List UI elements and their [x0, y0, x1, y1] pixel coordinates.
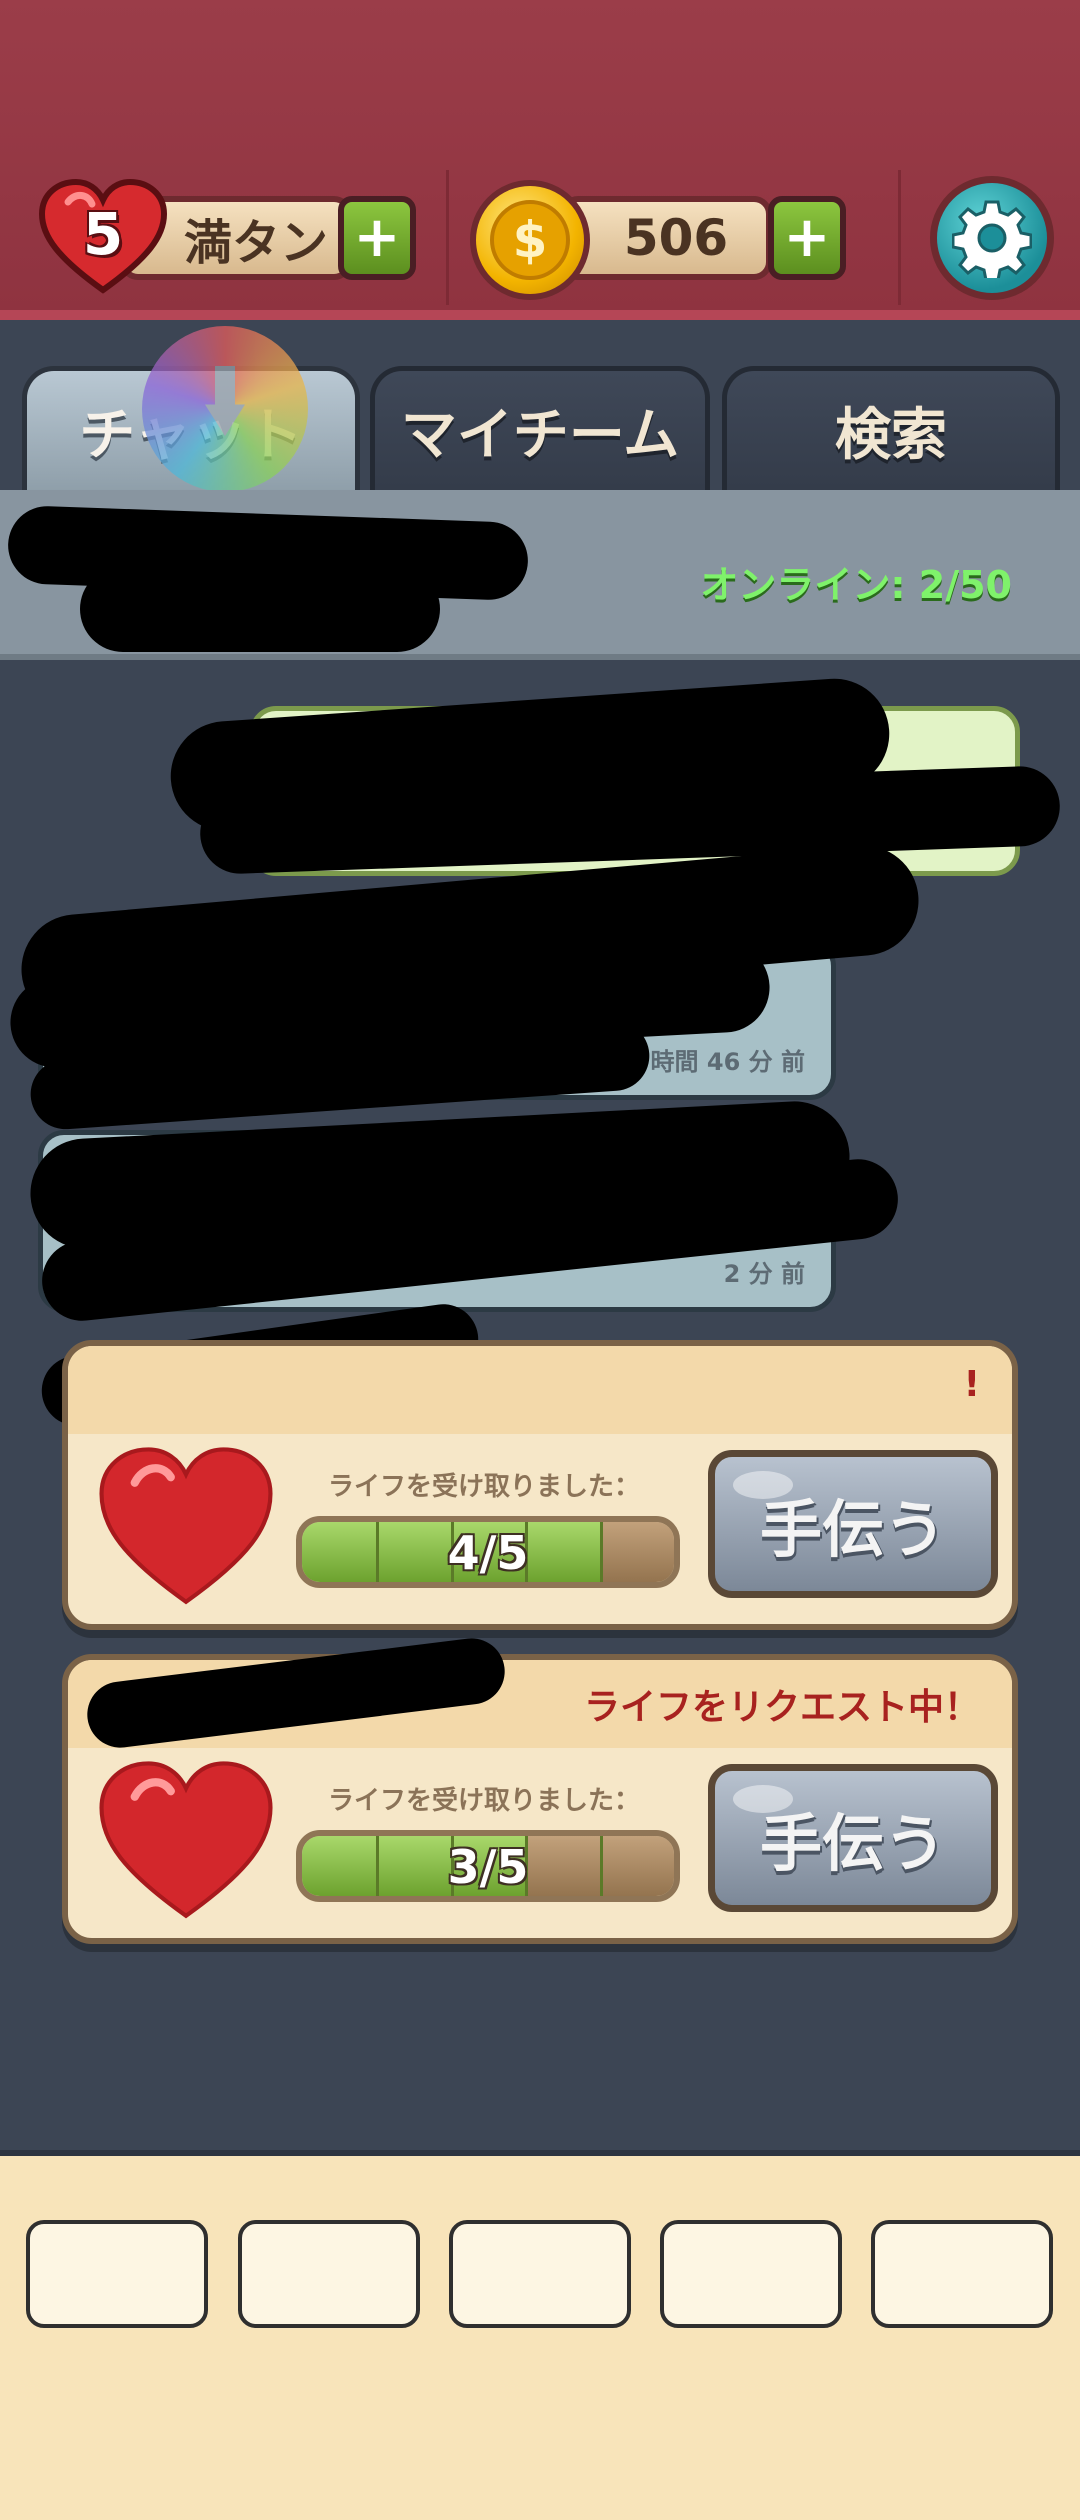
tab-label: マイチーム: [400, 403, 680, 468]
gear-icon: [952, 200, 1032, 278]
online-label: オンライン:: [700, 563, 906, 607]
heart-icon: [96, 1756, 276, 1926]
life-request-card: ! ライフを受け取りました： 4/5 手伝う: [62, 1340, 1018, 1630]
dollar-coin-icon: $: [470, 180, 590, 300]
lives-received-label: ライフを受け取りました：: [328, 1786, 641, 1816]
touch-indicator: [142, 326, 308, 492]
settings-button[interactable]: [930, 176, 1054, 300]
message-timestamp: 2 分 前: [723, 1260, 805, 1288]
header-divider: [898, 170, 901, 305]
plus-icon: +: [353, 205, 401, 270]
help-button[interactable]: 手伝う: [708, 1764, 998, 1912]
progress-text: 4/5: [447, 1526, 529, 1580]
tab-search[interactable]: 検索: [722, 366, 1060, 490]
coins-pill: 506: [560, 196, 772, 280]
lives-count: 5: [82, 200, 124, 268]
arrow-down-icon: [205, 366, 245, 436]
coin-amount: 506: [623, 209, 729, 267]
lives-progress-bar: 4/5: [296, 1516, 680, 1588]
tab-my-team[interactable]: マイチーム: [370, 366, 710, 490]
online-status: オンライン: 2/50: [700, 554, 1012, 609]
heart-icon: [96, 1442, 276, 1612]
online-count: 2/50: [918, 563, 1012, 607]
header-divider: [446, 170, 449, 305]
button-shine: [733, 1785, 793, 1813]
game-screen: 満タン + 5 506 + $ チャット マイチーム 検索: [0, 0, 1080, 2520]
lives-progress-bar: 3/5: [296, 1830, 680, 1902]
add-lives-button[interactable]: +: [338, 196, 416, 280]
bottom-nav-slot-1[interactable]: [26, 2220, 208, 2328]
bottom-nav-slot-3[interactable]: [449, 2220, 631, 2328]
lives-received-label: ライフを受け取りました：: [328, 1472, 641, 1502]
redacted-team-name: [80, 566, 440, 652]
message-timestamp: 1 時間 46 分 前: [625, 1048, 805, 1076]
add-coins-button[interactable]: +: [768, 196, 846, 280]
request-label: !: [963, 1364, 980, 1405]
bottom-nav-slot-5[interactable]: [871, 2220, 1053, 2328]
button-shine: [733, 1471, 793, 1499]
plus-icon: +: [783, 205, 831, 270]
bottom-bar: [0, 2150, 1080, 2520]
progress-text: 3/5: [447, 1840, 529, 1894]
card-header: !: [68, 1346, 1012, 1434]
heart-icon: 5: [38, 178, 168, 298]
help-button[interactable]: 手伝う: [708, 1450, 998, 1598]
tab-label: 検索: [835, 403, 947, 468]
bottom-nav-slot-2[interactable]: [238, 2220, 420, 2328]
bottom-nav-slot-4[interactable]: [660, 2220, 842, 2328]
request-label: ライフをリクエスト中！: [583, 1687, 980, 1728]
lives-status-text: 満タン: [183, 215, 328, 271]
